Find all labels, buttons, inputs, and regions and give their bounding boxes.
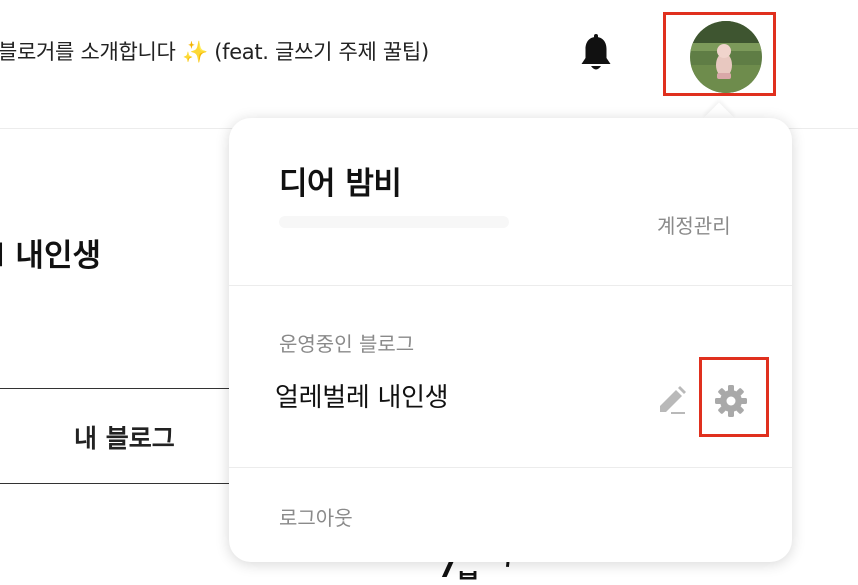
account-manage-link[interactable]: 계정관리 [657, 210, 731, 239]
blog-section-label: 운영중인 블로그 [279, 332, 415, 356]
banner-suffix: (feat. 글쓰기 주제 꿀팁) [214, 40, 429, 64]
sparkle-icon: ✨ [181, 40, 208, 64]
divider [229, 467, 792, 468]
settings-highlight [699, 357, 769, 437]
blog-name-link[interactable]: 얼레벌레 내인생 [275, 377, 449, 414]
profile-dropdown: 디어 밤비 계정관리 운영중인 블로그 얼레벌레 내인생 로그아웃 [229, 118, 792, 562]
divider [229, 285, 792, 286]
banner-title: 블로거를 소개합니다 [0, 40, 176, 64]
pencil-icon[interactable] [657, 384, 689, 416]
profile-avatar[interactable] [690, 21, 762, 93]
bell-icon[interactable] [578, 34, 614, 74]
blurred-email [279, 216, 509, 228]
top-header: 블로거를 소개합니다 ✨ (feat. 글쓰기 주제 꿀팁) [0, 0, 858, 129]
background-blog-title: l 내인생 [0, 238, 101, 274]
avatar-highlight [663, 12, 776, 96]
user-nickname: 디어 밤비 [279, 166, 402, 202]
logout-link[interactable]: 로그아웃 [279, 502, 353, 531]
my-blog-label: 내 블로그 [74, 424, 175, 453]
banner-text[interactable]: 블로거를 소개합니다 ✨ (feat. 글쓰기 주제 꿀팁) [0, 36, 429, 66]
gear-icon[interactable] [714, 384, 748, 418]
